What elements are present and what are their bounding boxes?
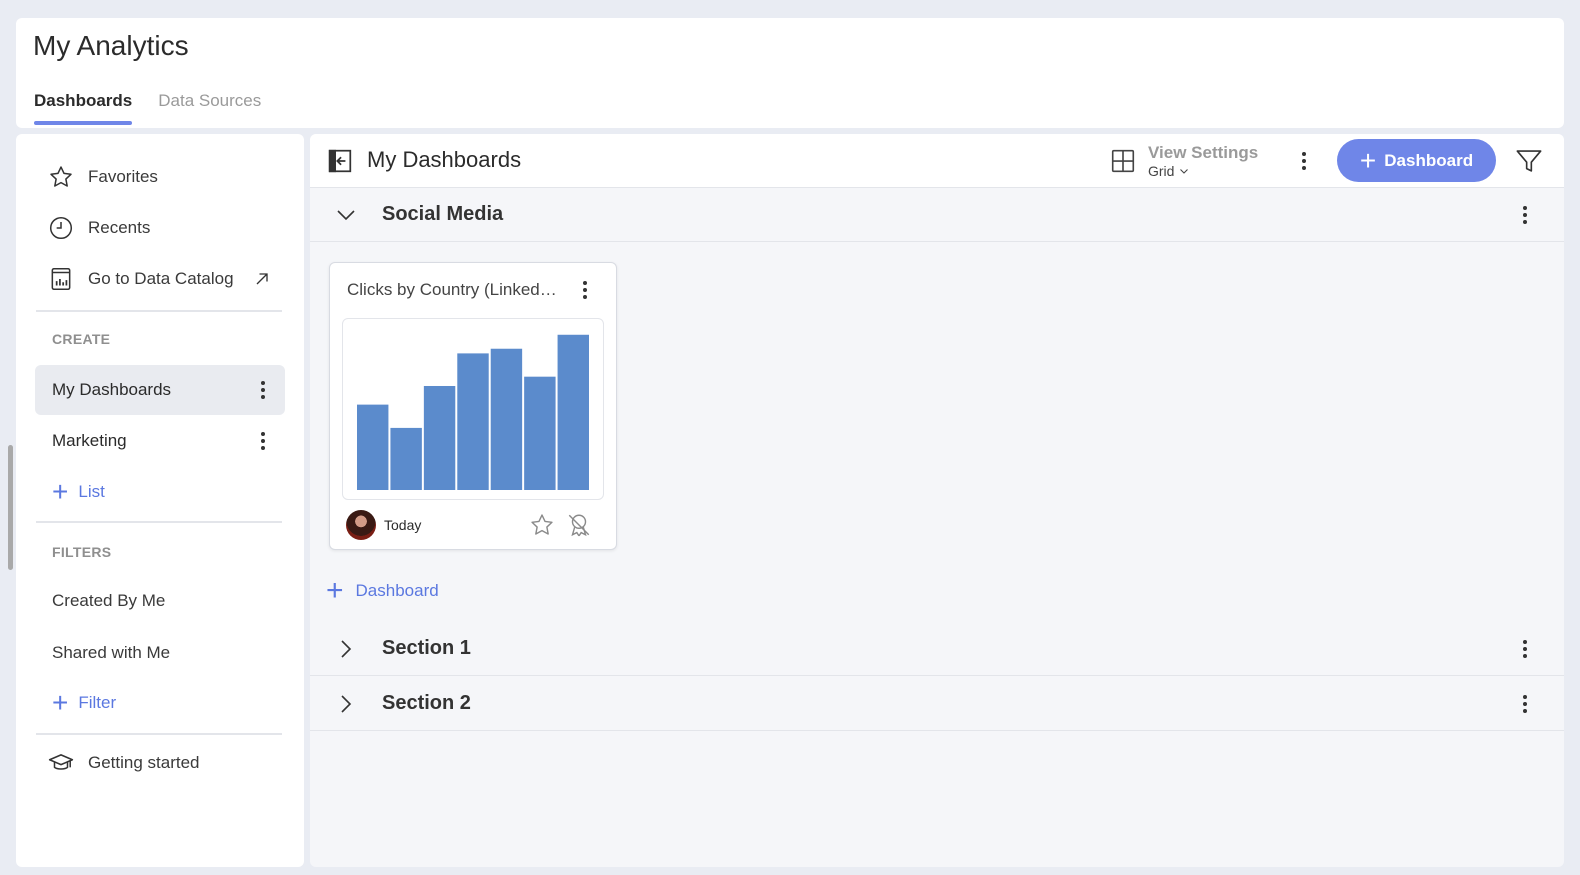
card-thumbnail-chart [342, 318, 604, 500]
tab-dashboards[interactable]: Dashboards [34, 91, 133, 125]
star-icon [50, 166, 72, 187]
view-settings-label: View Settings [1148, 143, 1259, 162]
chevron-right-icon[interactable] [334, 637, 358, 661]
add-list-button[interactable]: + List [52, 476, 105, 507]
filter-icon[interactable] [1515, 147, 1543, 175]
dashboard-card[interactable]: Clicks by Country (LinkedIn) Today [329, 262, 617, 550]
grid-icon [1111, 149, 1135, 173]
section-name: Section 1 [382, 637, 471, 659]
main-panel: My Dashboards View Settings Grid + Dashb… [310, 134, 1564, 867]
sidebar-item-label: Go to Data Catalog [88, 269, 234, 288]
sidebar-item-getting-started[interactable]: Getting started [48, 748, 200, 778]
view-mode-text: Grid [1148, 163, 1175, 179]
chart-bar-5 [490, 348, 523, 490]
sidebar-item-data-catalog[interactable]: Go to Data Catalog [48, 264, 272, 294]
collapse-sidebar-icon[interactable] [327, 148, 353, 174]
sidebar-scrollbar[interactable] [8, 445, 13, 570]
section-name: Section 2 [382, 692, 471, 714]
sidebar-list-my-dashboards[interactable]: My Dashboards [35, 365, 285, 415]
sidebar-list-marketing[interactable]: Marketing [35, 416, 285, 466]
filters-section-label: FILTERS [52, 544, 112, 560]
chevron-right-icon[interactable] [334, 692, 358, 716]
more-options-icon[interactable] [575, 278, 595, 302]
chart-bar-2 [390, 427, 422, 490]
chevron-down-icon[interactable] [334, 203, 358, 227]
sidebar-item-favorites[interactable]: Favorites [48, 162, 158, 192]
section-social-media[interactable]: Social Media [310, 188, 1564, 242]
clock-icon [49, 216, 73, 240]
add-filter-label: Filter [78, 693, 117, 712]
add-filter-button[interactable]: + Filter [52, 687, 117, 718]
more-options-icon[interactable] [1515, 203, 1535, 227]
chart-bar-1 [357, 404, 389, 490]
add-dashboard-link-label: Dashboard [355, 581, 439, 600]
main-tabs: Dashboards Data Sources [34, 91, 261, 125]
sidebar-divider [36, 733, 282, 735]
add-dashboard-button[interactable]: + Dashboard [1337, 139, 1496, 182]
main-toolbar: My Dashboards View Settings Grid + Dashb… [310, 134, 1564, 188]
section-1[interactable]: Section 1 [310, 622, 1564, 676]
add-dashboard-label: Dashboard [1384, 150, 1474, 170]
plus-icon: + [1359, 144, 1377, 176]
app-header: My Analytics Dashboards Data Sources [16, 18, 1564, 128]
avatar [346, 510, 376, 540]
sidebar-divider [36, 310, 282, 312]
view-settings-value: Grid [1148, 163, 1258, 179]
add-list-label: List [78, 482, 105, 501]
card-title: Clicks by Country (LinkedIn) [347, 280, 557, 299]
section-name: Social Media [382, 203, 504, 225]
sidebar-item-label: Favorites [88, 167, 158, 186]
sidebar-divider [36, 521, 282, 523]
tab-data-sources[interactable]: Data Sources [158, 91, 261, 121]
card-footer: Today [346, 510, 421, 540]
filter-created-by-me[interactable]: Created By Me [52, 591, 165, 611]
filter-shared-with-me[interactable]: Shared with Me [52, 643, 170, 663]
chart-bar-3 [423, 385, 456, 490]
sidebar-item-recents[interactable]: Recents [48, 213, 150, 243]
add-dashboard-link[interactable]: + Dashboard [326, 574, 439, 607]
chevron-down-icon [1180, 169, 1189, 174]
catalog-icon [51, 267, 71, 291]
more-options-icon[interactable] [1294, 149, 1314, 173]
chart-bar-7 [557, 334, 589, 490]
sidebar-item-label: Getting started [88, 753, 200, 772]
view-settings-dropdown[interactable]: View Settings Grid [1110, 143, 1258, 179]
page-title: My Dashboards [367, 147, 522, 172]
more-options-icon[interactable] [1515, 692, 1535, 716]
create-section-label: CREATE [52, 331, 111, 347]
star-icon[interactable] [529, 512, 555, 538]
bar-chart [357, 334, 589, 490]
more-options-icon[interactable] [253, 378, 273, 402]
sidebar: Favorites Recents Go to Data Catalog CRE… [16, 134, 304, 867]
more-options-icon[interactable] [1515, 637, 1535, 661]
plus-icon: + [52, 476, 69, 507]
plus-icon: + [326, 574, 344, 607]
section-2[interactable]: Section 2 [310, 677, 1564, 731]
external-link-icon [256, 273, 268, 285]
more-options-icon[interactable] [253, 429, 273, 453]
chart-bar-6 [524, 376, 556, 490]
list-label: My Dashboards [52, 380, 172, 399]
graduation-cap-icon [48, 754, 74, 770]
chart-bar-4 [457, 353, 489, 490]
card-date: Today [384, 517, 422, 533]
list-label: Marketing [52, 431, 127, 450]
plus-icon: + [52, 687, 69, 718]
sidebar-item-label: Recents [88, 218, 151, 237]
certified-off-icon[interactable] [566, 512, 592, 538]
app-title: My Analytics [33, 30, 189, 61]
